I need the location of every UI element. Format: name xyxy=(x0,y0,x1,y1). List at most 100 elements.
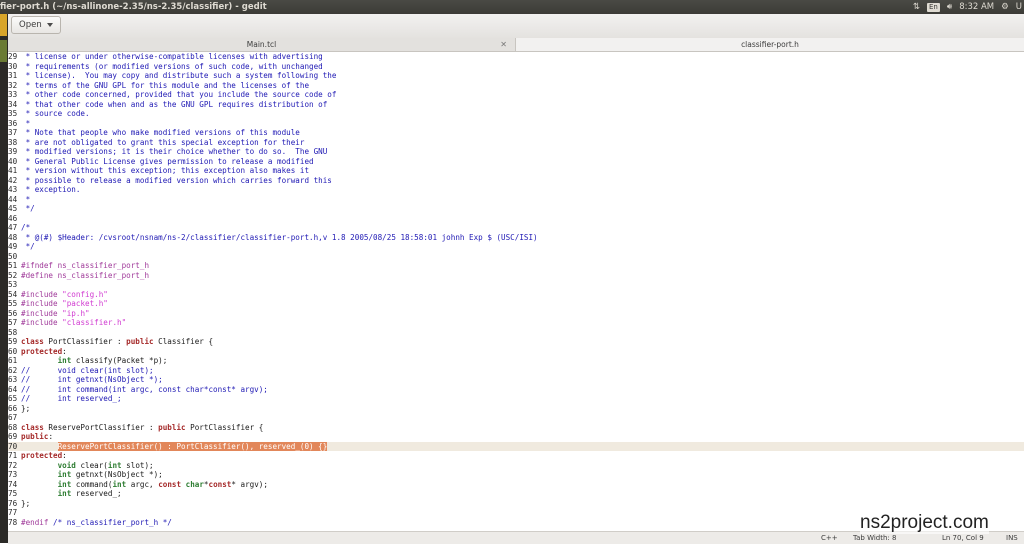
code-token: public xyxy=(158,422,186,432)
code-line[interactable]: 62// void clear(int slot); xyxy=(8,366,154,376)
line-number: 41 xyxy=(8,166,18,175)
code-editor[interactable]: 29 * license or under otherwise-compatib… xyxy=(8,52,1024,531)
keyboard-indicator[interactable]: En xyxy=(926,2,940,12)
code-line[interactable]: 48 * @(#) $Header: /cvsroot/nsnam/ns-2/c… xyxy=(8,233,538,243)
code-line[interactable]: 68 class ReservePortClassifier : public P… xyxy=(8,423,263,433)
code-line[interactable]: 32 * terms of the GNU GPL for this modul… xyxy=(8,81,309,91)
code-token: /* ns_classifier_port_h */ xyxy=(53,517,172,527)
line-number: 32 xyxy=(8,80,18,90)
launcher-app-icon[interactable] xyxy=(0,40,7,62)
code-line[interactable]: 57 #include "classifier.h" xyxy=(8,318,126,328)
line-number: 59 xyxy=(8,337,18,346)
code-token: * source code. xyxy=(21,109,90,118)
clock[interactable]: 8:32 AM xyxy=(959,0,994,14)
code-token: * Note that people who make modified ver… xyxy=(21,128,300,137)
code-line[interactable]: 77 xyxy=(8,508,21,518)
line-number: 72 xyxy=(8,460,18,470)
code-token: // void clear(int slot); xyxy=(21,365,154,375)
tab-classifier-port-h[interactable]: classifier-port.h xyxy=(516,38,1024,51)
open-button[interactable]: Open xyxy=(11,16,61,34)
code-line[interactable]: 70 ReservePortClassifier() : PortClassif… xyxy=(8,441,1024,451)
code-token: const xyxy=(208,479,232,489)
code-line[interactable]: 76}; xyxy=(8,499,30,509)
code-line[interactable]: 73 int getnxt(NsObject *); xyxy=(8,470,163,480)
tab-main-tcl[interactable]: Main.tcl ✕ xyxy=(8,38,516,51)
code-line[interactable]: 34 * that other code when and as the GNU… xyxy=(8,100,327,110)
system-tray: ⇅ En 🔊︎ 8:32 AM ⚙ U xyxy=(913,0,1024,14)
code-line[interactable]: 75 int reserved_; xyxy=(8,489,122,499)
code-token: }; xyxy=(21,403,31,413)
code-line[interactable]: 59 class PortClassifier : public Classifi… xyxy=(8,337,213,347)
code-token: command( xyxy=(71,479,113,489)
code-line[interactable]: 43 * exception. xyxy=(8,185,80,195)
code-line[interactable]: 64// int command(int argc, const char*co… xyxy=(8,385,268,395)
code-text: #include "packet.h" xyxy=(21,299,108,308)
code-token: * argv); xyxy=(231,479,268,489)
code-line[interactable]: 66}; xyxy=(8,404,30,414)
code-line[interactable]: 51 #ifndef ns_classifier_port_h xyxy=(8,261,149,271)
code-token: : xyxy=(62,346,67,356)
code-line[interactable]: 56 #include "ip.h" xyxy=(8,309,90,319)
code-line[interactable]: 50 xyxy=(8,252,21,262)
code-line[interactable]: 36 * xyxy=(8,119,30,129)
code-line[interactable]: 58 xyxy=(8,328,21,338)
code-line[interactable]: 39 * modified versions; it is their choi… xyxy=(8,147,327,157)
code-token: * xyxy=(21,118,31,128)
code-line[interactable]: 71 protected: xyxy=(8,451,67,461)
language-selector[interactable]: C++ xyxy=(821,532,838,544)
code-line[interactable]: 69 public: xyxy=(8,432,53,442)
network-icon[interactable]: ⇅ xyxy=(913,0,920,14)
code-line[interactable]: 40 * General Public License gives permis… xyxy=(8,157,314,167)
code-line[interactable]: 46 xyxy=(8,214,21,224)
line-number: 36 xyxy=(8,118,18,128)
line-number: 52 xyxy=(8,270,18,280)
code-token: PortClassifier : xyxy=(43,337,127,346)
code-line[interactable]: 42 * possible to release a modified vers… xyxy=(8,176,332,186)
code-token: * license or under otherwise-compatible … xyxy=(21,52,323,61)
code-line[interactable]: 67 xyxy=(8,413,21,423)
code-token: int xyxy=(107,460,122,470)
code-token: protected xyxy=(21,346,63,356)
code-line[interactable]: 37 * Note that people who make modified … xyxy=(8,128,300,138)
code-line[interactable]: 61 int classify(Packet *p); xyxy=(8,356,167,366)
code-line[interactable]: 78 #endif /* ns_classifier_port_h */ xyxy=(8,518,172,528)
code-line[interactable]: 31 * license). You may copy and distribu… xyxy=(8,71,336,81)
line-number: 64 xyxy=(8,384,18,394)
code-line[interactable]: 47/* xyxy=(8,223,30,233)
volume-icon[interactable]: 🔊︎ xyxy=(947,0,952,14)
code-line[interactable]: 74 int command(int argc, const char*cons… xyxy=(8,480,268,490)
code-line[interactable]: 29 * license or under otherwise-compatib… xyxy=(8,52,323,62)
code-token: Classifier { xyxy=(153,337,214,346)
code-line[interactable]: 63// int getnxt(NsObject *); xyxy=(8,375,163,385)
code-token: * license). You may copy and distribute … xyxy=(21,71,337,80)
line-number: 42 xyxy=(8,175,18,185)
code-line[interactable]: 54 #include "config.h" xyxy=(8,290,108,300)
code-line[interactable]: 49 */ xyxy=(8,242,35,252)
line-number: 70 xyxy=(8,441,18,451)
code-token: */ xyxy=(21,204,35,213)
code-line[interactable]: 33 * other code concerned, provided that… xyxy=(8,90,336,100)
close-icon[interactable]: ✕ xyxy=(500,38,507,51)
code-line[interactable]: 35 * source code. xyxy=(8,109,90,119)
code-token: * xyxy=(21,194,31,204)
code-line[interactable]: 44 * xyxy=(8,195,30,205)
code-text: * modified versions; it is their choice … xyxy=(21,147,328,156)
code-line[interactable]: 41 * version without this exception; thi… xyxy=(8,166,309,176)
code-line[interactable]: 38 * are not obligated to grant this spe… xyxy=(8,138,304,148)
code-token: ReservePortClassifier : xyxy=(43,422,159,432)
code-line[interactable]: 55 #include "packet.h" xyxy=(8,299,108,309)
code-line[interactable]: 60 protected: xyxy=(8,347,67,357)
line-number: 46 xyxy=(8,213,18,223)
settings-gear-icon[interactable]: ⚙ xyxy=(1001,0,1009,14)
code-line[interactable]: 52 #define ns_classifier_port_h xyxy=(8,271,149,281)
tab-bar: Main.tcl ✕ classifier-port.h xyxy=(8,38,1024,52)
user-indicator[interactable]: U xyxy=(1016,0,1022,14)
code-line[interactable]: 65// int reserved_; xyxy=(8,394,122,404)
open-button-label: Open xyxy=(19,20,42,30)
code-line[interactable]: 72 void clear(int slot); xyxy=(8,461,154,471)
line-number: 40 xyxy=(8,156,18,166)
launcher-app-icon[interactable] xyxy=(0,14,7,36)
code-line[interactable]: 53 xyxy=(8,280,21,290)
code-line[interactable]: 30 * requirements (or modified versions … xyxy=(8,62,323,72)
code-line[interactable]: 45 */ xyxy=(8,204,35,214)
